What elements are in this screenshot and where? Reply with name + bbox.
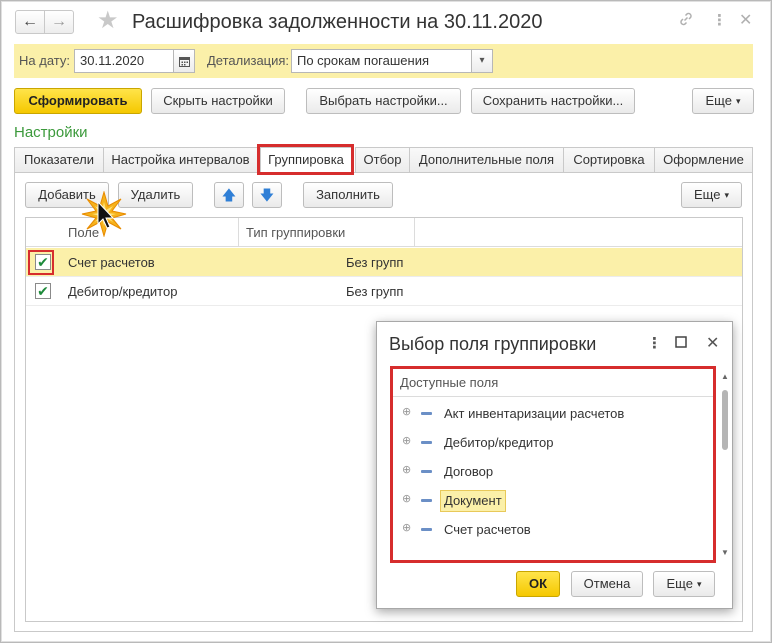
- scroll-up-icon[interactable]: ▲: [720, 372, 730, 382]
- date-label: На дату:: [19, 53, 70, 68]
- table-row[interactable]: ✔ Дебитор/кредитор Без групп: [26, 277, 742, 306]
- table-row[interactable]: ✔ Счет расчетов Без групп: [26, 248, 742, 277]
- row-checkbox[interactable]: ✔: [35, 254, 51, 270]
- settings-title: Настройки: [14, 124, 88, 141]
- favorite-star-icon[interactable]: ★: [97, 7, 119, 35]
- generate-button[interactable]: Сформировать: [14, 88, 142, 114]
- arrow-up-icon: 🡅: [221, 187, 237, 203]
- field-dash-icon: [421, 528, 432, 531]
- tree-item-label: Акт инвентаризации расчетов: [444, 406, 625, 421]
- tab-sorting[interactable]: Сортировка: [563, 147, 655, 173]
- more-vertical-icon[interactable]: ⋮: [712, 11, 727, 31]
- cancel-button[interactable]: Отмена: [571, 571, 643, 597]
- save-settings-button[interactable]: Сохранить настройки...: [471, 88, 635, 114]
- field-dash-icon: [421, 499, 432, 502]
- date-field[interactable]: 30.11.2020: [74, 49, 195, 73]
- move-up-button[interactable]: 🡅: [214, 182, 244, 208]
- row-group-type: Без групп: [346, 284, 404, 299]
- fill-button[interactable]: Заполнить: [303, 182, 393, 208]
- row-checkbox[interactable]: ✔: [35, 283, 51, 299]
- chevron-down-icon: ▾: [735, 96, 741, 106]
- dialog-more-label: Еще: [666, 576, 693, 591]
- move-down-button[interactable]: 🡇: [252, 182, 282, 208]
- expand-plus-icon[interactable]: ⊕: [402, 436, 413, 447]
- arrow-right-icon: →: [51, 13, 67, 30]
- detail-value: По срокам погашения: [297, 53, 429, 68]
- title-bar: ← → ★ Расшифровка задолженности на 30.11…: [1, 1, 771, 41]
- tree-item-label: Договор: [444, 464, 494, 479]
- tree-scrollbar[interactable]: ▲ ▼: [720, 368, 730, 561]
- link-icon[interactable]: [678, 11, 694, 33]
- table-header: Поле Тип группировки: [26, 218, 742, 247]
- date-value: 30.11.2020: [80, 53, 145, 68]
- params-bar: На дату: 30.11.2020 Детализация: По срок…: [14, 44, 753, 78]
- row-group-type: Без групп: [346, 255, 404, 270]
- row-field: Дебитор/кредитор: [68, 284, 178, 299]
- expand-plus-icon[interactable]: ⊕: [402, 465, 413, 476]
- grouping-more-button[interactable]: Еще ▾: [681, 182, 742, 208]
- tab-intervals[interactable]: Настройка интервалов: [103, 147, 258, 173]
- expand-plus-icon[interactable]: ⊕: [402, 494, 413, 505]
- scroll-down-icon[interactable]: ▼: [720, 548, 730, 558]
- ok-button[interactable]: ОК: [516, 571, 560, 597]
- settings-tabs: Показатели Настройка интервалов Группиро…: [14, 147, 753, 173]
- field-dash-icon: [421, 470, 432, 473]
- grouping-more-label: Еще: [694, 187, 721, 202]
- field-dash-icon: [421, 412, 432, 415]
- tab-extra-fields[interactable]: Дополнительные поля: [409, 147, 564, 173]
- chevron-down-icon: ▾: [724, 190, 729, 200]
- back-button[interactable]: ←: [15, 10, 45, 34]
- dialog-more-button[interactable]: Еще ▾: [653, 571, 715, 597]
- chevron-down-icon: ▾: [696, 579, 702, 589]
- calendar-icon[interactable]: [173, 49, 195, 73]
- tree-item-label: Счет расчетов: [444, 522, 531, 537]
- detail-label: Детализация:: [207, 53, 290, 68]
- tab-filter[interactable]: Отбор: [355, 147, 410, 173]
- tab-indicators[interactable]: Показатели: [14, 147, 104, 173]
- tree-item[interactable]: ⊕ Договор: [392, 457, 714, 486]
- tree-item[interactable]: ⊕ Дебитор/кредитор: [392, 428, 714, 457]
- field-dash-icon: [421, 441, 432, 444]
- column-group-type-header[interactable]: Тип группировки: [246, 218, 345, 247]
- check-icon: ✔: [37, 254, 49, 270]
- close-icon[interactable]: ✕: [706, 334, 719, 354]
- chevron-down-icon[interactable]: ▾: [471, 49, 493, 73]
- choose-settings-button[interactable]: Выбрать настройки...: [306, 88, 461, 114]
- tree-item[interactable]: ⊕ Счет расчетов: [392, 515, 714, 544]
- scroll-thumb[interactable]: [722, 390, 728, 450]
- expand-plus-icon[interactable]: ⊕: [402, 523, 413, 534]
- tree-item-label: Дебитор/кредитор: [444, 435, 554, 450]
- arrow-down-icon: 🡇: [259, 187, 275, 203]
- tree-item-selected[interactable]: ⊕ Документ: [392, 486, 714, 515]
- more-label: Еще: [705, 93, 732, 108]
- more-button[interactable]: Еще ▾: [692, 88, 754, 114]
- column-divider[interactable]: [414, 218, 415, 247]
- expand-plus-icon[interactable]: ⊕: [402, 407, 413, 418]
- tree-item-label: Документ: [440, 490, 506, 512]
- dialog-title: Выбор поля группировки: [389, 334, 597, 354]
- click-burst-icon: [81, 191, 127, 237]
- tab-grouping[interactable]: Группировка: [260, 147, 352, 173]
- report-window: ← → ★ Расшифровка задолженности на 30.11…: [0, 0, 772, 643]
- check-icon: ✔: [37, 283, 49, 299]
- column-divider[interactable]: [238, 218, 239, 247]
- hide-settings-button[interactable]: Скрыть настройки: [151, 88, 285, 114]
- delete-button[interactable]: Удалить: [118, 182, 193, 208]
- row-field: Счет расчетов: [68, 255, 155, 270]
- maximize-icon[interactable]: [675, 334, 687, 354]
- tab-appearance[interactable]: Оформление: [654, 147, 753, 173]
- arrow-left-icon: ←: [22, 13, 38, 30]
- more-vertical-icon[interactable]: ⋮: [647, 334, 662, 354]
- available-fields-tree: Доступные поля ⊕ Акт инвентаризации расч…: [391, 368, 715, 561]
- forward-button[interactable]: →: [44, 10, 74, 34]
- detail-select[interactable]: По срокам погашения ▾: [291, 49, 493, 73]
- tree-header: Доступные поля: [392, 369, 714, 397]
- tree-item[interactable]: ⊕ Акт инвентаризации расчетов: [392, 399, 714, 428]
- close-icon[interactable]: ✕: [739, 11, 752, 31]
- window-title: Расшифровка задолженности на 30.11.2020: [132, 11, 543, 33]
- choose-field-dialog: Выбор поля группировки ⋮ ✕ Доступные пол…: [376, 321, 733, 609]
